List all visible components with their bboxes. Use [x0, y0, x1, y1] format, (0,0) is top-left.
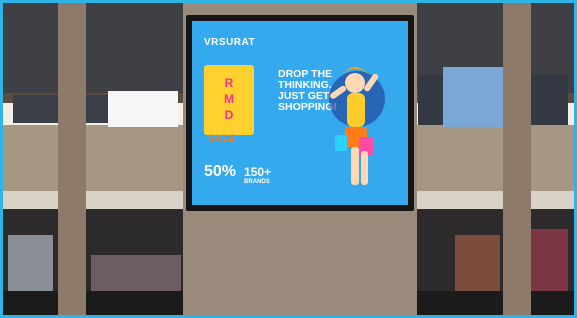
svg-text:M: M [224, 92, 234, 106]
svg-text:D: D [225, 108, 234, 122]
image-frame: VRSURAT R M D SALE DROP THE THINKING. JU… [0, 0, 577, 318]
svg-text:R: R [225, 76, 234, 90]
pillar-right [503, 3, 531, 315]
offers-row: 50% 150+ BRANDS [204, 163, 271, 185]
offer-brands-count: 150+ [244, 165, 272, 179]
offer-brands-label: BRANDS [244, 179, 270, 185]
sale-label: SALE [208, 133, 237, 143]
shopper-illustration [329, 67, 385, 185]
pillar-left [58, 3, 86, 315]
offer-brands: 150+ BRANDS [244, 165, 271, 185]
sale-badge: R M D [204, 65, 254, 135]
brand-logo: VRSURAT [204, 37, 256, 48]
badge-art: R M D [210, 71, 248, 129]
offer-percent: 50% [204, 163, 237, 180]
billboard-display: VRSURAT R M D SALE DROP THE THINKING. JU… [192, 21, 408, 205]
led-billboard: VRSURAT R M D SALE DROP THE THINKING. JU… [186, 15, 414, 211]
